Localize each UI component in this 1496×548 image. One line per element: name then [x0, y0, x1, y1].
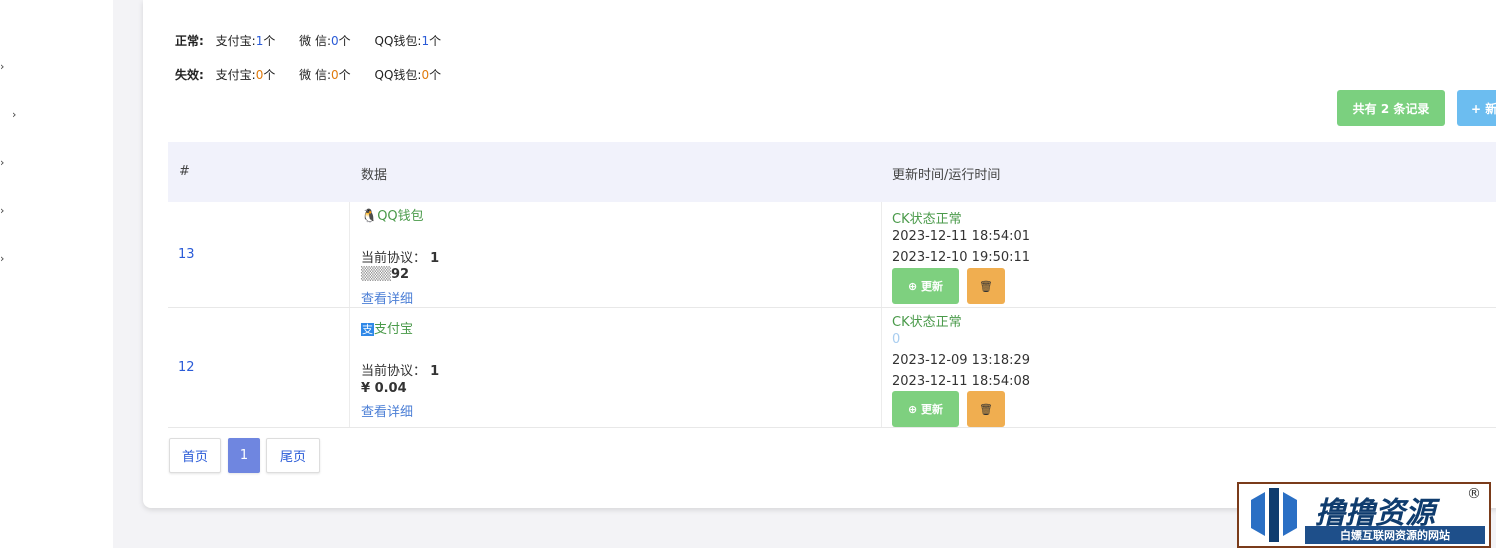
refresh-icon: ⊕	[907, 402, 922, 416]
qq-count: 1	[421, 34, 430, 48]
alipay-type: 支支付宝	[361, 322, 414, 337]
column-header-id: #	[179, 164, 190, 179]
view-detail-link[interactable]: 查看详细	[361, 288, 413, 307]
wechat-label: 微 信:	[299, 34, 332, 48]
delete-button[interactable]: 🗑	[967, 268, 1005, 304]
blurred-mask-icon: ▒▒▒	[361, 267, 391, 282]
amount: ▒▒▒92	[361, 267, 410, 282]
last-page-button[interactable]: 尾页	[266, 438, 320, 473]
update-time: 2023-12-11 18:54:01	[892, 229, 1031, 244]
trash-icon: 🗑	[979, 279, 993, 293]
stats-invalid: 失效: 支付宝:0个 微 信:0个 QQ钱包:0个	[175, 68, 442, 82]
qq-count: 0	[421, 68, 430, 82]
table-row: 12 支支付宝 当前协议： 1 ¥ 0.04 查看详细 CK状态正常 0 202…	[168, 308, 1496, 428]
add-new-button[interactable]: + 新	[1457, 90, 1496, 126]
registered-icon: ®	[1467, 486, 1481, 502]
extra-value: 0	[892, 332, 901, 347]
page-button-current[interactable]: 1	[228, 438, 260, 473]
qq-wallet-type: 🐧QQ钱包	[361, 209, 424, 224]
watermark-subtitle: 白嫖互联网资源的网站	[1305, 526, 1485, 544]
main-card: 正常: 支付宝:1个 微 信:0个 QQ钱包:1个 失效: 支付宝:0个 微 信…	[143, 0, 1496, 508]
chevron-right-icon[interactable]: ›	[0, 60, 4, 73]
logo-icon	[1251, 488, 1297, 542]
refresh-icon: ⊕	[907, 279, 922, 293]
chevron-right-icon[interactable]: ›	[0, 204, 4, 217]
wechat-label: 微 信:	[299, 68, 332, 82]
watermark-logo: 撸撸资源 ® 白嫖互联网资源的网站	[1237, 482, 1491, 548]
chevron-right-icon[interactable]: ›	[0, 156, 4, 169]
stats-invalid-label: 失效:	[175, 68, 204, 82]
column-header-data: 数据	[361, 168, 388, 183]
ck-status: CK状态正常	[892, 212, 962, 227]
amount: ¥ 0.04	[361, 381, 407, 396]
run-time: 2023-12-10 19:50:11	[892, 250, 1031, 265]
row-id[interactable]: 12	[178, 360, 195, 375]
table-header: # 数据 更新时间/运行时间	[168, 142, 1496, 202]
alipay-label: 支付宝:	[215, 34, 256, 48]
update-time: 2023-12-09 13:18:29	[892, 353, 1031, 368]
protocol: 当前协议： 1	[361, 251, 440, 266]
sidebar: › › › › ›	[0, 0, 113, 548]
view-detail-link[interactable]: 查看详细	[361, 401, 413, 420]
qq-penguin-icon: 🐧	[361, 209, 378, 224]
first-page-button[interactable]: 首页	[169, 438, 221, 473]
wechat-count: 0	[331, 34, 339, 48]
alipay-label: 支付宝:	[215, 68, 256, 82]
trash-icon: 🗑	[979, 402, 993, 416]
chevron-right-icon[interactable]: ›	[12, 108, 16, 121]
table-row: 13 🐧QQ钱包 当前协议： 1 ▒▒▒92 查看详细 CK状态正常 2023-…	[168, 202, 1496, 308]
protocol: 当前协议： 1	[361, 364, 440, 379]
row-id[interactable]: 13	[178, 247, 195, 262]
qq-label: QQ钱包:	[374, 34, 422, 48]
alipay-icon: 支	[361, 323, 374, 336]
delete-button[interactable]: 🗑	[967, 391, 1005, 427]
total-records-button[interactable]: 共有 2 条记录	[1337, 90, 1445, 126]
update-button[interactable]: ⊕ 更新	[892, 391, 959, 427]
update-button[interactable]: ⊕ 更新	[892, 268, 959, 304]
stats-normal: 正常: 支付宝:1个 微 信:0个 QQ钱包:1个	[175, 34, 442, 48]
ck-status: CK状态正常	[892, 315, 962, 330]
run-time: 2023-12-11 18:54:08	[892, 374, 1031, 389]
column-header-time: 更新时间/运行时间	[892, 168, 1001, 183]
wechat-count: 0	[331, 68, 339, 82]
stats-normal-label: 正常:	[175, 34, 204, 48]
chevron-right-icon[interactable]: ›	[0, 252, 4, 265]
qq-label: QQ钱包:	[374, 68, 422, 82]
